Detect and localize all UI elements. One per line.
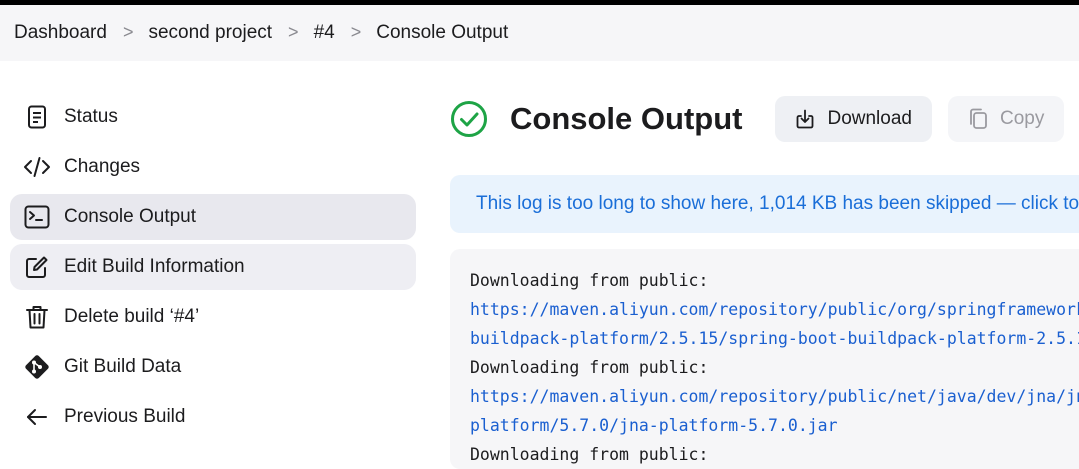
breadcrumb-dashboard[interactable]: Dashboard <box>14 22 107 44</box>
console-link[interactable]: https://maven.aliyun.com/repository/publ… <box>470 295 1079 324</box>
trash-icon <box>23 303 51 331</box>
copy-label: Copy <box>999 108 1045 129</box>
sidebar-item-label: Previous Build <box>64 406 186 427</box>
console-output-log: Downloading from public: https://maven.al… <box>450 249 1079 469</box>
success-check-icon <box>450 100 488 138</box>
sidebar-item-git-build-data[interactable]: Git Build Data <box>10 344 416 390</box>
sidebar-item-status[interactable]: Status <box>10 94 416 140</box>
console-line: Downloading from public: <box>470 271 709 290</box>
terminal-icon <box>23 203 51 231</box>
download-button[interactable]: Download <box>775 96 932 142</box>
copy-icon <box>968 108 988 130</box>
sidebar-item-label: Changes <box>64 156 141 177</box>
breadcrumb-build[interactable]: #4 <box>314 22 335 44</box>
notice-text[interactable]: This log is too long to show here, 1,014… <box>476 193 1079 215</box>
sidebar: Status Changes Console Output Edit Build… <box>10 94 416 444</box>
sidebar-item-edit-build-information[interactable]: Edit Build Information <box>10 244 416 290</box>
status-document-icon <box>23 103 51 131</box>
console-line: Downloading from public: <box>470 358 709 377</box>
arrow-left-icon <box>23 403 51 431</box>
breadcrumb-separator-icon: > <box>350 21 362 42</box>
sidebar-item-label: Console Output <box>64 206 197 227</box>
git-icon <box>23 353 51 381</box>
sidebar-item-changes[interactable]: Changes <box>10 144 416 190</box>
breadcrumb-separator-icon: > <box>122 21 134 42</box>
breadcrumb-project[interactable]: second project <box>148 22 272 44</box>
console-line: Downloading from public: <box>470 445 709 464</box>
download-icon <box>795 109 815 129</box>
sidebar-item-console-output[interactable]: Console Output <box>10 194 416 240</box>
sidebar-item-label: Git Build Data <box>64 356 182 377</box>
console-link[interactable]: buildpack-platform/2.5.15/spring-boot-bu… <box>470 324 1079 353</box>
copy-button[interactable]: Copy <box>947 96 1065 142</box>
sidebar-item-previous-build[interactable]: Previous Build <box>10 394 416 440</box>
log-skipped-notice[interactable]: This log is too long to show here, 1,014… <box>450 175 1079 233</box>
edit-icon <box>23 253 51 281</box>
console-link[interactable]: platform/5.7.0/jna-platform-5.7.0.jar <box>470 411 1079 440</box>
sidebar-item-delete-build[interactable]: Delete build ‘#4’ <box>10 294 416 340</box>
page-title: Console Output <box>510 101 743 136</box>
code-icon <box>23 153 51 181</box>
console-link[interactable]: https://maven.aliyun.com/repository/publ… <box>470 382 1079 411</box>
breadcrumb: Dashboard > second project > #4 > Consol… <box>0 5 1079 61</box>
breadcrumb-separator-icon: > <box>288 21 299 42</box>
sidebar-item-label: Status <box>64 106 118 127</box>
page-header: Console Output Download Copy <box>450 95 1065 143</box>
breadcrumb-console-output[interactable]: Console Output <box>376 22 508 44</box>
download-label: Download <box>827 108 912 129</box>
sidebar-item-label: Delete build ‘#4’ <box>64 306 200 327</box>
sidebar-item-label: Edit Build Information <box>64 256 245 277</box>
